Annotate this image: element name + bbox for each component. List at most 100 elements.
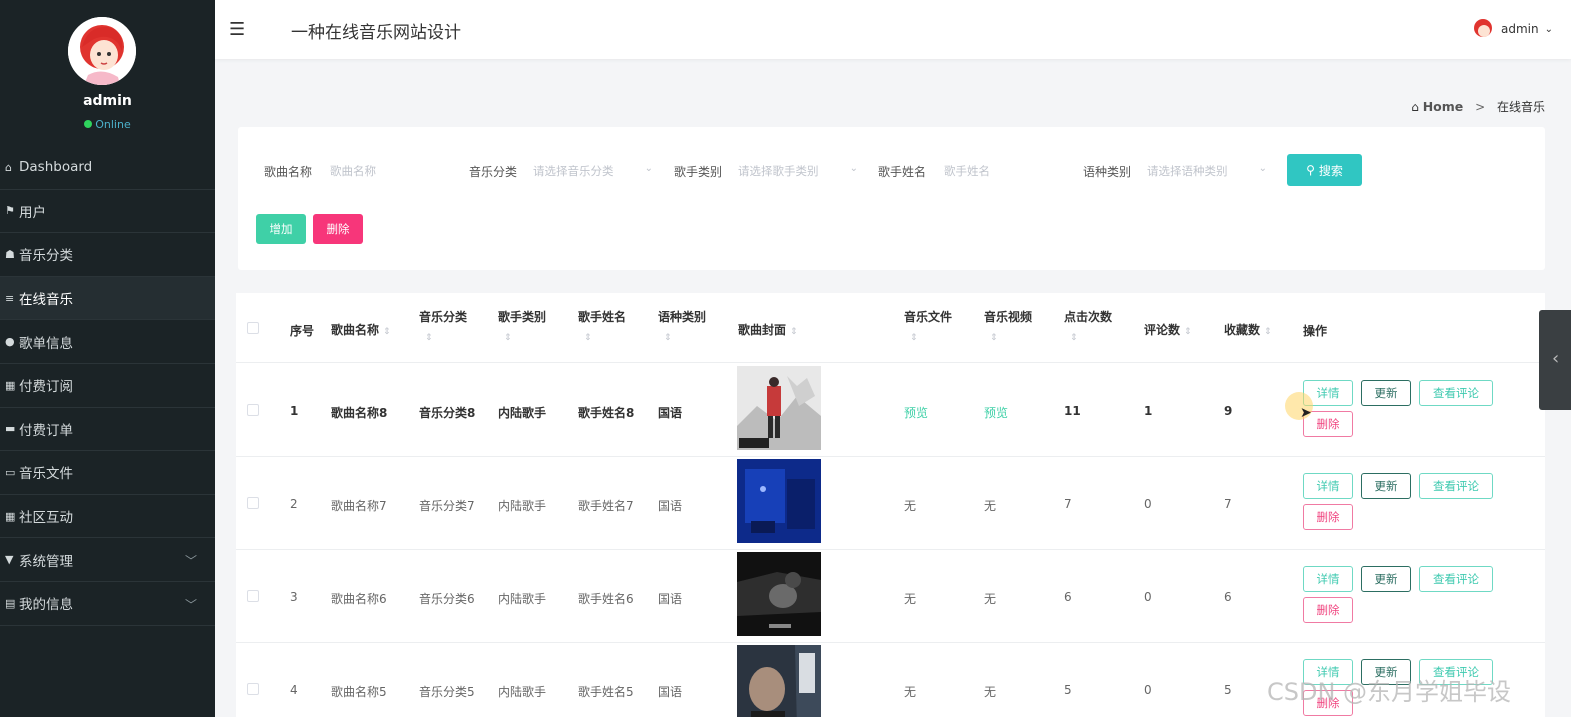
avatar [1471,17,1495,41]
col-singer-type[interactable]: 歌手类别 ⇕ [498,308,546,343]
sidebar-item-community[interactable]: ▦ 社区互动 [0,495,215,539]
sidebar-item-system[interactable]: ▼ 系统管理 ﹀ [0,538,215,582]
sidebar-item-my-info[interactable]: ▤ 我的信息 ﹀ [0,582,215,626]
row-checkbox[interactable] [247,497,259,509]
sort-icon[interactable]: ⇕ [790,327,798,337]
singer-type-select[interactable]: 请选择歌手类别 ⌄ [732,155,862,185]
col-category[interactable]: 音乐分类 ⇕ [419,308,467,343]
table-row: 3 歌曲名称6 音乐分类6 内陆歌手 歌手姓名6 国语 无 无 6 0 6 详情… [236,550,1545,643]
cell-song: 歌曲名称5 [331,685,387,699]
detail-button[interactable]: 详情 [1303,566,1353,592]
batch-delete-button[interactable]: 删除 [313,214,363,244]
sidebar-item-playlist[interactable]: ● 歌单信息 [0,320,215,364]
sliders-icon: ≡ [5,291,15,305]
col-song-label: 歌曲名称 [331,323,380,337]
sidebar-menu: ⌂ Dashboard ⚑ 用户 ☗ 音乐分类 ≡ 在线音乐 ● 歌单信息 ▦ 付费订阅 ▬… [0,146,215,626]
menu-toggle-icon[interactable]: ☰ [229,19,245,40]
card-icon: ▤ [5,596,16,610]
sort-icon[interactable]: ⇕ [1070,333,1112,343]
avatar[interactable] [68,17,136,85]
col-song[interactable]: 歌曲名称 ⇕ [331,321,391,338]
select-all-checkbox[interactable] [247,322,259,334]
singer-name-input[interactable]: 歌手姓名 [938,155,1068,185]
settings-drawer-tab[interactable]: ‹ [1539,310,1571,410]
breadcrumb: ⌂ Home > 在线音乐 [1411,98,1545,115]
cell-favorites: 5 [1224,683,1232,697]
sort-icon[interactable]: ⇕ [1264,327,1272,337]
user-menu[interactable]: admin ⌄ [1471,17,1553,41]
update-button[interactable]: 更新 [1361,473,1411,499]
sort-icon[interactable]: ⇕ [990,333,1032,343]
music-table: 序号 歌曲名称 ⇕ 音乐分类 ⇕ 歌手类别 ⇕ 歌手姓名 ⇕ 语种类别 ⇕ 歌曲封面 ⇕ 音… [236,293,1545,717]
search-button[interactable]: ⚲ 搜索 [1287,154,1362,186]
col-clicks[interactable]: 点击次数 ⇕ [1064,308,1112,343]
pin-icon: ● [5,335,15,349]
view-comments-button[interactable]: 查看评论 [1419,473,1493,499]
col-comments[interactable]: 评论数 ⇕ [1144,321,1192,338]
song-cover-image [737,459,821,543]
cell-language: 国语 [658,499,683,513]
sort-icon[interactable]: ⇕ [910,333,952,343]
sidebar-item-label: 歌单信息 [19,335,73,352]
sidebar-item-label: Dashboard [19,159,93,176]
update-button[interactable]: 更新 [1361,566,1411,592]
row-checkbox[interactable] [247,683,259,695]
language-select[interactable]: 请选择语种类别 ⌄ [1141,155,1271,185]
cell-comments: 0 [1144,497,1152,511]
cell-video: 无 [984,499,997,513]
sort-icon[interactable]: ⇕ [504,333,546,343]
sort-icon[interactable]: ⇕ [383,327,391,337]
cell-singer: 歌手姓名8 [578,406,635,420]
col-singer[interactable]: 歌手姓名 ⇕ [578,308,626,343]
breadcrumb-separator: > [1475,100,1486,114]
detail-button[interactable]: 详情 [1303,473,1353,499]
sort-icon[interactable]: ⇕ [1184,327,1192,337]
sidebar-item-users[interactable]: ⚑ 用户 [0,190,215,234]
sort-icon[interactable]: ⇕ [425,333,467,343]
col-file[interactable]: 音乐文件 ⇕ [904,308,952,343]
sidebar-item-subscription[interactable]: ▦ 付费订阅 [0,364,215,408]
sidebar-item-orders[interactable]: ▬ 付费订单 [0,408,215,452]
singer-type-placeholder: 请选择歌手类别 [738,164,819,178]
sort-icon[interactable]: ⇕ [664,333,706,343]
table-header: 序号 歌曲名称 ⇕ 音乐分类 ⇕ 歌手类别 ⇕ 歌手姓名 ⇕ 语种类别 ⇕ 歌曲封面 ⇕ 音… [236,293,1545,363]
row-checkbox[interactable] [247,590,259,602]
view-comments-button[interactable]: 查看评论 [1419,566,1493,592]
row-checkbox[interactable] [247,404,259,416]
view-comments-button[interactable]: 查看评论 [1419,380,1493,406]
sidebar-item-label: 音乐分类 [19,248,73,265]
sidebar: admin Online ⌂ Dashboard ⚑ 用户 ☗ 音乐分类 ≡ 在线音乐 … [0,0,215,717]
cell-file: 无 [904,685,917,699]
sidebar-item-dashboard[interactable]: ⌂ Dashboard [0,146,215,190]
col-video[interactable]: 音乐视频 ⇕ [984,308,1032,343]
chevron-down-icon: ⌄ [1258,163,1267,174]
filter-icon: ▼ [5,553,14,567]
update-button[interactable]: 更新 [1361,380,1411,406]
search-button-label: 搜索 [1318,163,1343,178]
cell-index: 4 [290,683,298,697]
sidebar-item-music-category[interactable]: ☗ 音乐分类 [0,233,215,277]
col-cover[interactable]: 歌曲封面 ⇕ [738,321,798,338]
sort-icon[interactable]: ⇕ [584,333,626,343]
chevron-down-icon: ﹀ [184,554,197,569]
col-language[interactable]: 语种类别 ⇕ [658,308,706,343]
cell-clicks: 11 [1064,404,1081,418]
sidebar-username: admin [83,93,132,109]
cell-singer-type: 内陆歌手 [498,406,547,420]
breadcrumb-home[interactable]: Home [1423,99,1464,114]
category-select[interactable]: 请选择音乐分类 ⌄ [527,155,657,185]
sidebar-item-music-files[interactable]: ▭ 音乐文件 [0,451,215,495]
cell-video-preview[interactable]: 预览 [984,404,1008,421]
cell-index: 1 [290,404,299,418]
add-button[interactable]: 增加 [256,214,306,244]
online-status: Online [0,118,215,131]
song-cover-image [737,552,821,636]
mouse-cursor-icon: ➤ [1300,405,1312,421]
sidebar-item-online-music[interactable]: ≡ 在线音乐 [0,276,215,321]
col-favorites[interactable]: 收藏数 ⇕ [1224,321,1272,338]
delete-button[interactable]: 删除 [1303,504,1353,530]
search-icon: ⚲ [1306,163,1315,177]
song-name-input[interactable]: 歌曲名称 [324,155,454,185]
cell-file-preview[interactable]: 预览 [904,404,928,421]
delete-button[interactable]: 删除 [1303,597,1353,623]
